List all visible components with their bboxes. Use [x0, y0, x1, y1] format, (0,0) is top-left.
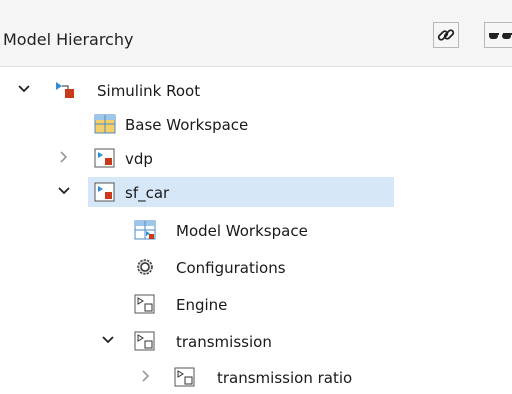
tree-label: Simulink Root — [97, 82, 201, 100]
tree-label: transmission — [176, 333, 272, 351]
simulink-root-icon — [56, 82, 74, 98]
chevron-down-icon[interactable] — [101, 333, 115, 347]
tree-node-vdp[interactable]: vdp — [0, 141, 512, 175]
model-icon — [94, 182, 115, 202]
tree-label: transmission ratio — [217, 369, 353, 387]
tree-node-engine[interactable]: Engine — [0, 287, 512, 321]
chevron-down-icon[interactable] — [57, 184, 71, 198]
gear-icon — [137, 259, 153, 275]
tree-label: Configurations — [176, 259, 286, 277]
model-workspace-icon — [134, 220, 156, 240]
link-icon — [437, 29, 455, 41]
subsystem-icon — [174, 367, 195, 387]
tree-node-transmission-ratio[interactable]: transmission ratio — [0, 360, 512, 394]
chevron-right-icon[interactable] — [139, 369, 153, 383]
tree-node-base-workspace[interactable]: Base Workspace — [0, 107, 512, 141]
link-button[interactable] — [433, 22, 459, 48]
tree-node-transmission[interactable]: transmission — [0, 324, 512, 358]
tree-label: sf_car — [125, 184, 170, 202]
tree-node-model-workspace[interactable]: Model Workspace — [0, 213, 512, 247]
subsystem-icon — [134, 331, 155, 351]
workspace-grid-icon — [94, 114, 116, 134]
subsystem-icon — [134, 294, 155, 314]
tree-label: vdp — [125, 150, 153, 168]
panel-header: Model Hierarchy — [0, 0, 512, 67]
model-icon — [94, 148, 115, 168]
tree-label: Base Workspace — [125, 116, 249, 134]
panel-title: Model Hierarchy — [3, 30, 134, 49]
tree-label: Model Workspace — [176, 222, 308, 240]
chevron-right-icon[interactable] — [57, 150, 71, 164]
glasses-icon — [489, 33, 512, 39]
tree-node-sf-car[interactable]: sf_car — [0, 175, 512, 209]
tree-label: Engine — [176, 296, 228, 314]
tree-node-configurations[interactable]: Configurations — [0, 250, 512, 284]
glasses-button[interactable] — [484, 22, 512, 48]
chevron-down-icon[interactable] — [17, 82, 31, 96]
tree-node-simulink-root[interactable]: Simulink Root — [0, 73, 512, 107]
